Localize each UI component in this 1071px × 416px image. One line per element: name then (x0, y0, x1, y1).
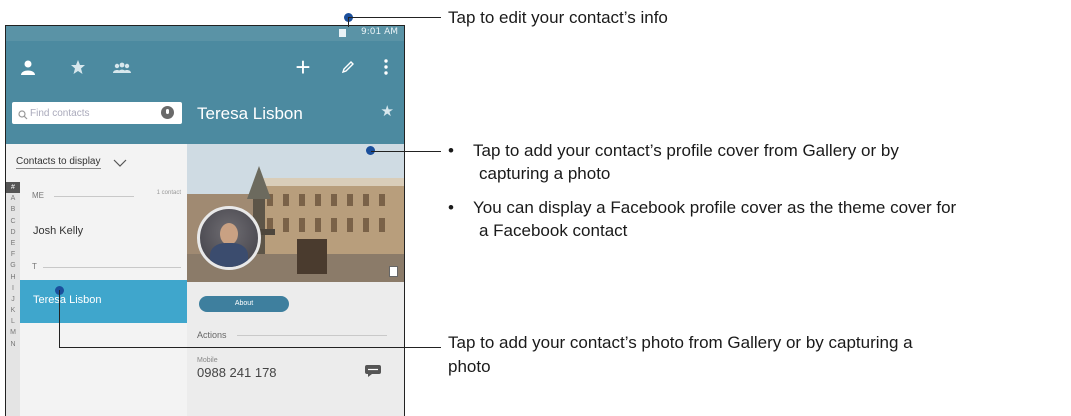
profile-cover-photo[interactable] (187, 144, 404, 282)
device-screen: 9:01 AM + Teresa Lisbon ★ (5, 25, 405, 416)
callout-line (348, 17, 441, 18)
alpha-index-item[interactable]: N (6, 339, 20, 350)
alpha-index-item[interactable]: G (6, 260, 20, 271)
star-icon[interactable] (66, 55, 90, 79)
message-icon[interactable] (364, 364, 382, 377)
alpha-index-item[interactable]: H (6, 272, 20, 283)
cover-edit-icon[interactable] (389, 266, 398, 277)
annotation-edit: Tap to edit your contact’s info (448, 8, 668, 27)
contact-avatar[interactable] (197, 206, 261, 270)
annotation-photo: Tap to add your contact’s photo from Gal… (448, 333, 913, 352)
alphabet-index[interactable]: # A B C D E F G H I J K L M N (6, 182, 20, 416)
contact-count: 1 contact (156, 190, 181, 196)
list-item-label: Teresa Lisbon (33, 294, 102, 306)
mobile-label: Mobile (197, 357, 218, 364)
annotation-cover-1-cont: capturing a photo (479, 164, 611, 183)
group-icon[interactable] (110, 55, 134, 79)
contacts-list: Contacts to display # A B C D E F G H I … (6, 144, 187, 416)
alpha-index-item[interactable]: C (6, 216, 20, 227)
contact-name: Teresa Lisbon (197, 104, 303, 123)
chevron-down-icon[interactable] (113, 155, 127, 173)
search-bar (6, 94, 187, 144)
alpha-index-item[interactable]: A (6, 193, 20, 204)
alpha-index-item[interactable]: K (6, 305, 20, 316)
divider (43, 267, 181, 268)
alpha-index-item[interactable]: B (6, 204, 20, 215)
section-header-t: T (32, 262, 37, 271)
callout-line (59, 347, 441, 348)
search-box[interactable] (12, 102, 182, 124)
favorite-star-icon[interactable]: ★ (381, 102, 394, 120)
signal-icon (339, 29, 346, 37)
annotation-cover-2: You can display a Facebook profile cover… (473, 198, 957, 217)
search-input[interactable] (30, 105, 150, 121)
avatar-body (210, 243, 248, 267)
avatar-face (220, 223, 238, 245)
app-bar: + (6, 41, 404, 94)
callout-line (348, 17, 349, 27)
list-item[interactable]: Josh Kelly (33, 225, 83, 237)
about-button[interactable]: About (199, 296, 289, 312)
search-icon (18, 107, 28, 125)
list-item-selected[interactable]: Teresa Lisbon (20, 280, 187, 323)
alpha-index-item[interactable]: E (6, 238, 20, 249)
contact-detail: About Actions Mobile 0988 241 178 (187, 144, 404, 416)
annotation-bullet: • (448, 198, 454, 217)
annotation-cover-1: Tap to add your contact’s profile cover … (473, 141, 899, 160)
callout-line (59, 290, 60, 347)
alpha-index-item[interactable]: F (6, 249, 20, 260)
alpha-index-item[interactable]: J (6, 294, 20, 305)
annotation-photo-cont: photo (448, 357, 491, 376)
contacts-to-display-dropdown[interactable]: Contacts to display (16, 156, 101, 169)
status-bar: 9:01 AM (6, 26, 404, 41)
alpha-index-item[interactable]: I (6, 283, 20, 294)
phone-number[interactable]: 0988 241 178 (197, 365, 277, 380)
annotation-cover-2-cont: a Facebook contact (479, 221, 628, 240)
person-icon[interactable] (16, 55, 40, 79)
divider (54, 196, 134, 197)
actions-label: Actions (197, 330, 227, 340)
section-header-me: ME (32, 191, 44, 200)
alpha-index-item[interactable]: D (6, 227, 20, 238)
microphone-icon[interactable] (161, 106, 174, 119)
alpha-index-item[interactable]: M (6, 327, 20, 338)
callout-line (371, 151, 441, 152)
annotation-bullet: • (448, 141, 454, 160)
edit-icon[interactable] (336, 55, 360, 79)
status-time: 9:01 AM (361, 27, 398, 37)
alpha-index-item[interactable]: # (6, 182, 20, 194)
divider (237, 335, 387, 336)
contact-header: Teresa Lisbon ★ (187, 94, 404, 144)
more-options-icon[interactable] (374, 55, 398, 79)
alpha-index-item[interactable]: L (6, 316, 20, 327)
add-contact-icon[interactable]: + (291, 54, 315, 80)
